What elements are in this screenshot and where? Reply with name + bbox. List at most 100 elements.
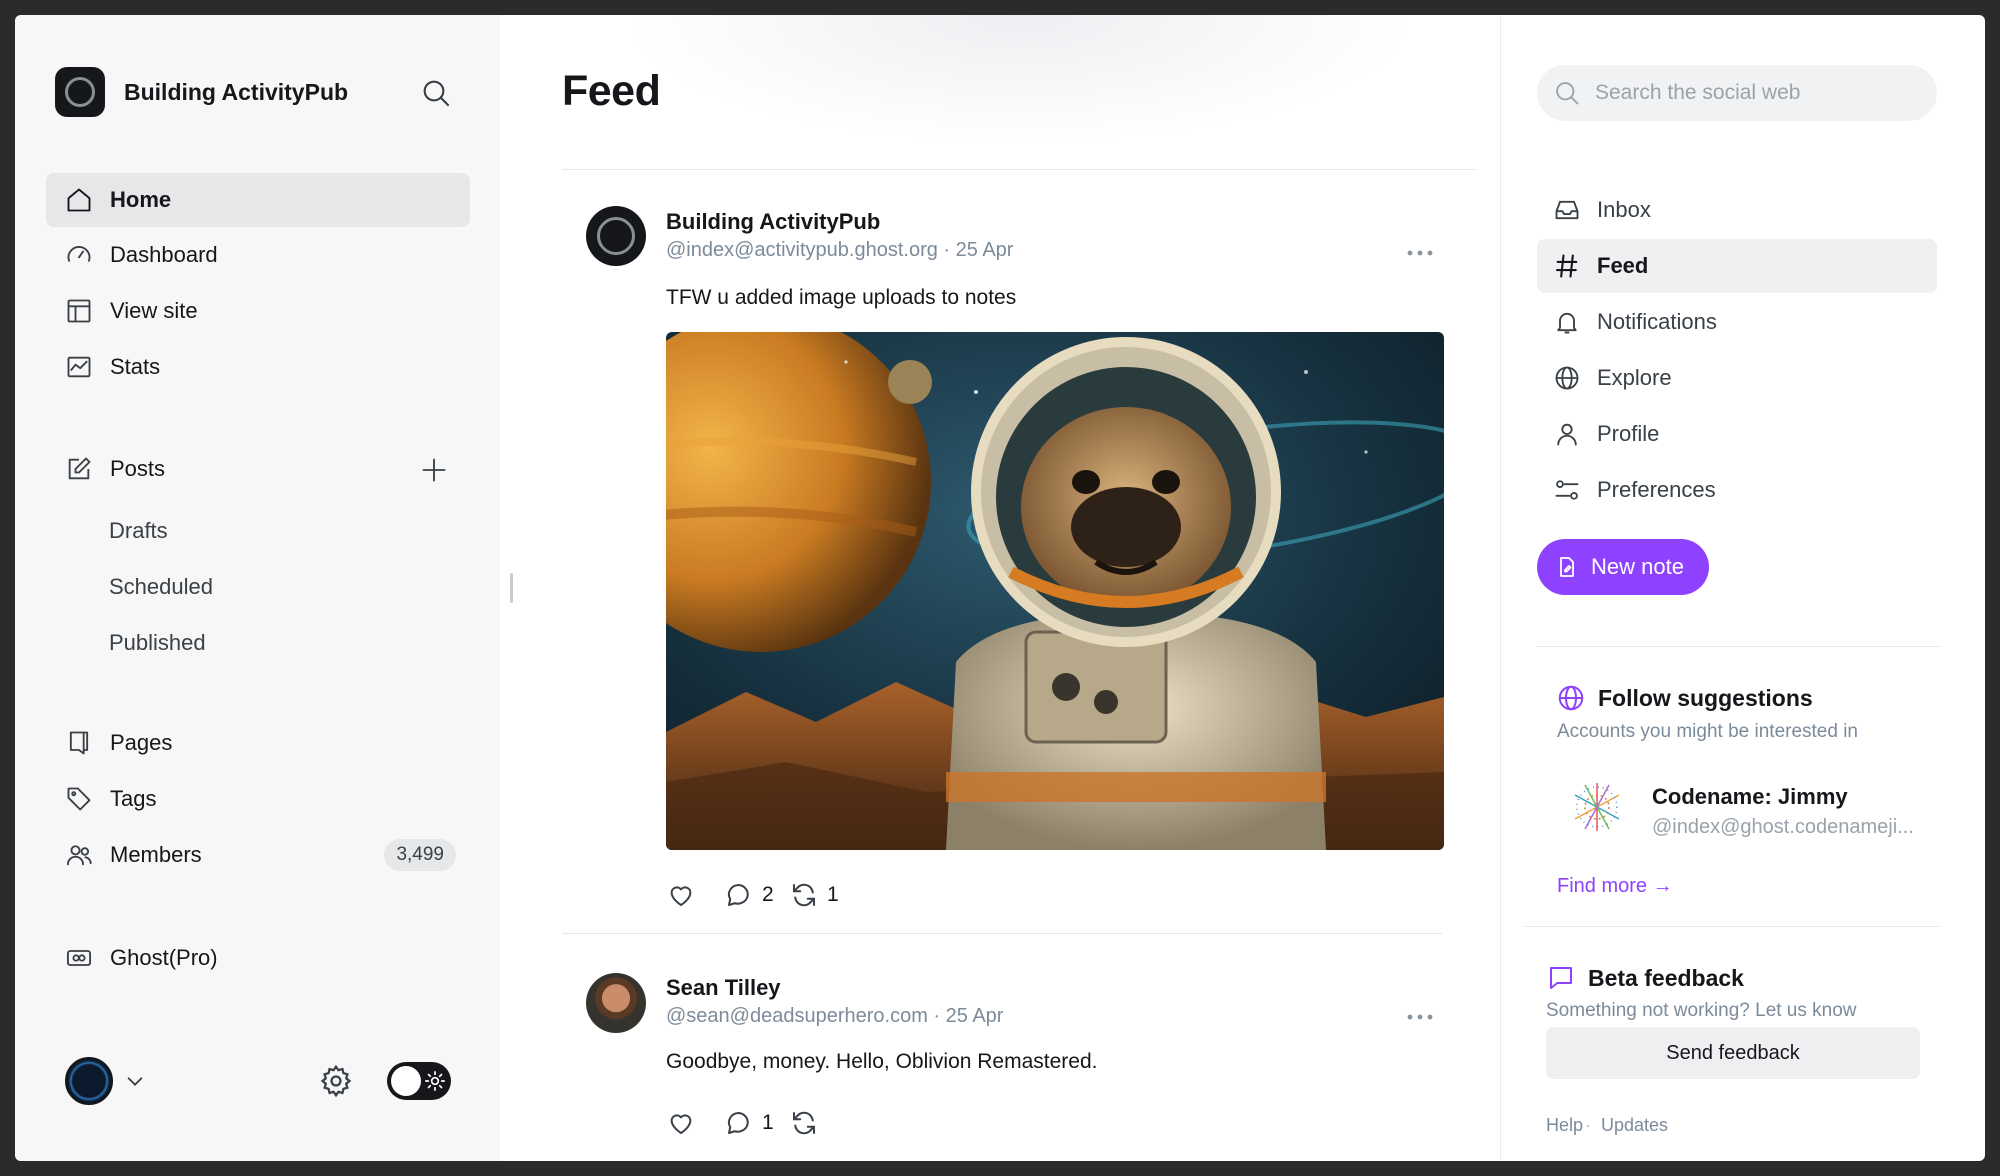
nav-notifications-label: Notifications [1597,309,1717,334]
nav-feed[interactable]: Feed [1537,239,1937,293]
app-window: Building ActivityPub Home Dashboard View… [15,15,1985,1161]
repost-button[interactable]: 1 [789,880,839,910]
social-search[interactable] [1537,65,1937,121]
gauge-icon [67,246,91,262]
nav-members-label: Members [110,842,202,867]
reply-button[interactable]: 1 [724,1108,774,1138]
nav-tags-label: Tags [110,786,157,811]
post-image[interactable] [666,332,1444,850]
post-author-name[interactable]: Building ActivityPub [666,209,880,235]
post-author-handle: @index@activitypub.ghost.org · 25 Apr [666,239,1014,261]
toggle-knob [391,1066,421,1096]
nav-posts[interactable]: Posts [46,442,470,496]
like-button[interactable] [666,1108,704,1138]
nav-inbox-label: Inbox [1597,197,1651,222]
nav-dashboard-label: Dashboard [110,242,218,267]
nav-tags[interactable]: Tags [46,772,470,826]
nav-published[interactable]: Published [109,630,206,656]
reply-button[interactable]: 2 [724,880,774,910]
more-options-icon[interactable] [1404,1007,1436,1027]
tag-icon [67,787,91,811]
nav-scheduled[interactable]: Scheduled [109,574,213,600]
hash-icon [1556,254,1578,278]
page-title: Feed [562,67,661,115]
post-author-avatar[interactable] [586,973,646,1033]
repost-button[interactable] [789,1108,827,1138]
globe-icon [1558,685,1584,711]
repost-count: 1 [827,883,839,906]
nav-ghost-pro-label: Ghost(Pro) [110,945,218,970]
suggestion-avatar[interactable] [1565,775,1629,839]
user-avatar[interactable] [65,1057,113,1105]
new-note-button[interactable]: New note [1537,539,1709,595]
follow-suggestions-subtitle: Accounts you might be interested in [1557,721,1859,742]
edit-icon [68,457,91,480]
site-brand[interactable]: Building ActivityPub [55,67,348,117]
post-text: Goodbye, money. Hello, Oblivion Remaster… [666,1050,1098,1073]
home-icon [67,188,91,212]
add-post-icon[interactable] [420,456,448,484]
nav-pages[interactable]: Pages [46,716,470,770]
nav-stats[interactable]: Stats [46,340,470,394]
nav-inbox[interactable]: Inbox [1537,183,1937,237]
nav-home-label: Home [110,187,172,212]
comment-icon [727,883,749,906]
nav-profile-label: Profile [1597,421,1660,446]
heart-icon [670,886,692,906]
updates-link[interactable]: Updates [1601,1115,1668,1136]
nav-feed-label: Feed [1597,253,1649,278]
divider [1525,926,1939,927]
globe-icon [1555,366,1579,390]
nav-home[interactable]: Home [46,173,470,227]
nav-view-site[interactable]: View site [46,284,470,338]
gear-icon[interactable] [318,1063,354,1099]
nav-dashboard[interactable]: Dashboard [46,228,470,282]
send-feedback-button[interactable]: Send feedback [1546,1027,1920,1079]
nav-members[interactable]: Members 3,499 [46,828,470,882]
comment-icon [727,1111,749,1134]
post-author-name[interactable]: Sean Tilley [666,975,781,1001]
post-text: TFW u added image uploads to notes [666,286,1017,309]
nav-profile[interactable]: Profile [1537,407,1937,461]
post-author-avatar[interactable] [586,206,646,266]
nav-stats-label: Stats [110,354,161,379]
sun-icon [425,1071,445,1091]
chart-icon [67,356,91,378]
chat-icon [1550,967,1572,989]
nav-explore[interactable]: Explore [1537,351,1937,405]
site-logo [55,67,105,117]
reply-count: 1 [762,1111,774,1134]
divider [1537,646,1941,647]
reply-count: 2 [762,883,774,906]
suggestion-name[interactable]: Codename: Jimmy [1652,784,1848,810]
beta-feedback-title: Beta feedback [1546,963,1744,993]
nav-drafts[interactable]: Drafts [109,518,168,544]
like-button[interactable] [666,880,704,910]
repost-icon [793,883,815,907]
nav-pages-label: Pages [110,730,173,755]
search-input[interactable] [1595,81,1915,105]
bell-icon [1557,312,1577,334]
site-name: Building ActivityPub [124,78,349,105]
nav-notifications[interactable]: Notifications [1537,295,1937,349]
search-icon [1556,82,1579,105]
chevron-down-icon[interactable] [124,1070,146,1092]
nav-ghost-pro[interactable]: Ghost(Pro) [46,931,470,985]
find-more-link[interactable]: Find more → [1557,875,1673,898]
divider [562,169,1477,170]
follow-suggestions-title: Follow suggestions [1556,683,1813,713]
new-note-label: New note [1591,554,1684,579]
beta-feedback-subtitle: Something not working? Let us know [1546,1000,1857,1021]
left-sidebar: Building ActivityPub Home Dashboard View… [15,15,500,1161]
post-author-handle: @sean@deadsuperhero.com · 25 Apr [666,1005,1004,1027]
layout-icon [67,299,91,323]
more-options-icon[interactable] [1404,243,1436,263]
nav-view-site-label: View site [110,298,198,323]
user-icon [1557,423,1577,446]
members-icon [66,845,92,866]
nav-preferences[interactable]: Preferences [1537,463,1937,517]
theme-toggle[interactable] [387,1062,451,1100]
search-icon[interactable] [420,77,452,109]
help-link[interactable]: Help [1546,1115,1583,1136]
suggestion-handle: @index@ghost.codenameji... [1652,816,1914,838]
